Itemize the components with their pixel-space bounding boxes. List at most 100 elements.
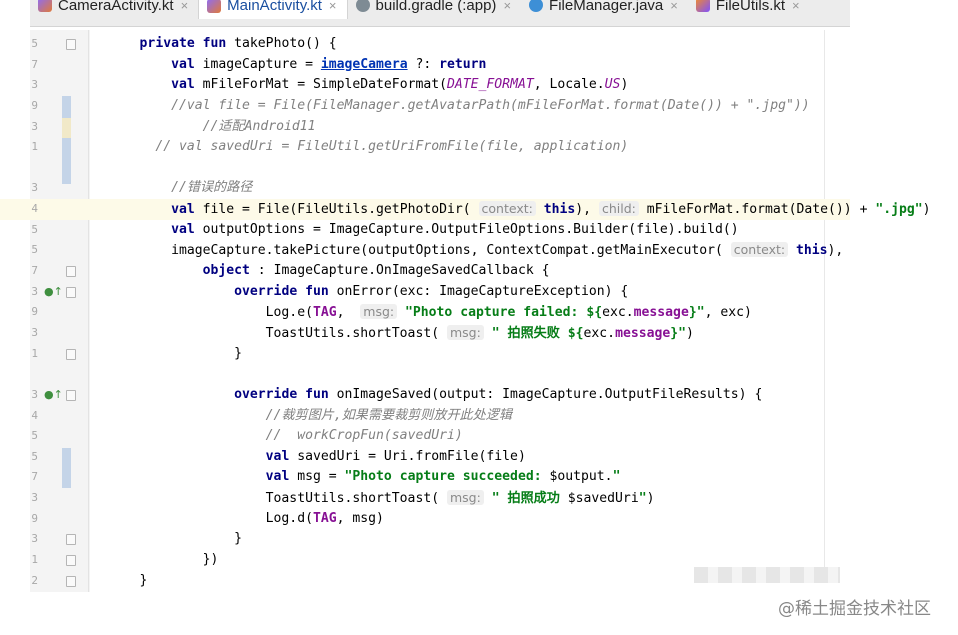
code-token: return [439, 56, 487, 72]
code-line[interactable]: 3 val mFileForMat = SimpleDateFormat(DAT… [0, 75, 850, 96]
code-token: //适配Android11 [202, 118, 316, 134]
code-line[interactable]: 7 val imageCapture = imageCamera ?: retu… [0, 55, 850, 76]
parameter-hint: context: [478, 201, 536, 217]
code-line[interactable]: 4 val file = File(FileUtils.getPhotoDir(… [0, 199, 931, 220]
code-token: takePhoto() { [226, 36, 337, 51]
code-token: val [171, 221, 195, 237]
code-token: onImageSaved(output: ImageCapture.Output… [328, 386, 763, 402]
code-line[interactable] [0, 364, 850, 385]
code-line[interactable]: 5 val savedUri = Uri.fromFile(file) [0, 447, 850, 468]
close-icon[interactable]: × [181, 0, 189, 13]
code-line[interactable]: 3 ●↑ override fun onError(exc: ImageCaptu… [0, 282, 850, 303]
close-icon[interactable]: × [503, 0, 511, 13]
code-text: val outputOptions = ImageCapture.OutputF… [108, 220, 739, 241]
code-token: ?: [407, 56, 440, 72]
code-token: , msg) [336, 510, 384, 526]
fold-icon[interactable] [66, 534, 76, 546]
line-number: 3 [31, 181, 38, 195]
code-line[interactable]: 5 val outputOptions = ImageCapture.Outpu… [0, 220, 850, 241]
code-token: " 拍照失败 ${ [491, 325, 584, 341]
fold-icon[interactable] [66, 389, 76, 401]
code-token: ), [575, 202, 599, 218]
code-text: override fun onError(exc: ImageCaptureEx… [108, 282, 628, 303]
tab-4[interactable]: FileManager.java × [521, 0, 688, 18]
code-line[interactable]: 3 } [0, 529, 850, 550]
line-number: 5 [31, 222, 38, 236]
code-line[interactable]: 7 object : ImageCapture.OnImageSavedCall… [0, 261, 850, 282]
code-token: US [604, 77, 621, 93]
editor-tab-bar: CameraActivity.kt × MainActivity.kt × build.… [30, 0, 850, 27]
code-token: imageCapture.takePicture(outputOptions, … [108, 243, 731, 259]
fold-icon[interactable] [66, 555, 76, 567]
code-token: }) [108, 552, 219, 568]
code-line[interactable]: 3 ToastUtils.shortToast( msg: " 拍照失败 ${e… [0, 323, 850, 344]
code-line[interactable]: 9 Log.e(TAG, msg: "Photo capture failed:… [0, 302, 850, 323]
close-icon[interactable]: × [329, 0, 337, 13]
tab-5[interactable]: FileUtils.kt × [688, 0, 810, 18]
tab-3[interactable]: build.gradle (:app) × [348, 0, 522, 18]
code-text: ToastUtils.shortToast( msg: " 拍照失败 ${exc… [108, 323, 694, 345]
code-token: ToastUtils.shortToast( [108, 325, 447, 341]
code-line[interactable]: 4 //裁剪图片,如果需要裁剪则放开此处逻辑 [0, 406, 850, 427]
code-token: msg = [289, 469, 345, 485]
code-line[interactable]: 1 } [0, 344, 850, 365]
code-token: " [638, 491, 647, 507]
code-line[interactable]: 5 private fun takePhoto() { [0, 34, 850, 55]
watermark: @稀土掘金技术社区 [778, 599, 931, 619]
code-token: : ImageCapture.OnImageSavedCallback { [249, 263, 550, 279]
tab-list: CameraActivity.kt × MainActivity.kt × build.… [30, 0, 850, 19]
code-line[interactable]: 5 imageCapture.takePicture(outputOptions… [0, 240, 850, 261]
line-number: 9 [31, 511, 38, 525]
tab-2[interactable]: MainActivity.kt × [198, 0, 348, 19]
code-token: DATE_FORMAT [447, 77, 534, 93]
fold-icon[interactable] [66, 266, 76, 278]
fold-icon[interactable] [66, 286, 76, 298]
line-number: 5 [31, 429, 38, 443]
code-text: // val savedUri = FileUtil.getUriFromFil… [108, 137, 628, 158]
code-token: ), [827, 243, 844, 259]
code-text: //val file = File(FileManager.getAvatarP… [108, 96, 810, 117]
close-icon[interactable]: × [670, 0, 678, 13]
code-line[interactable] [0, 158, 850, 179]
code-text: Log.d(TAG, msg) [108, 509, 384, 530]
override-method-icon[interactable]: ●↑ [44, 282, 63, 303]
override-method-icon[interactable]: ●↑ [44, 385, 63, 406]
code-line[interactable]: 1 // val savedUri = FileUtil.getUriFromF… [0, 137, 850, 158]
code-line[interactable]: 5 // workCropFun(savedUri) [0, 426, 850, 447]
code-token: message [633, 305, 689, 321]
line-number: 5 [31, 449, 38, 463]
fold-icon[interactable] [66, 575, 76, 587]
tab-1[interactable]: CameraActivity.kt × [30, 0, 198, 18]
fold-icon[interactable] [66, 39, 76, 50]
code-text: override fun onImageSaved(output: ImageC… [108, 385, 762, 406]
code-token: message [615, 325, 671, 341]
code-token: $output. [549, 469, 613, 485]
code-line[interactable]: 9 Log.d(TAG, msg) [0, 509, 850, 530]
code-line[interactable]: 3 //适配Android11 [0, 117, 850, 138]
code-token: onError(exc: ImageCaptureException) { [328, 283, 629, 299]
code-line[interactable]: 3 //错误的路径 [0, 178, 850, 199]
code-token: "Photo capture failed: ${ [405, 305, 603, 321]
code-text: private fun takePhoto() { [108, 34, 337, 55]
close-icon[interactable]: × [792, 0, 800, 13]
line-number: 7 [31, 264, 38, 278]
code-token: } [108, 572, 148, 588]
code-line[interactable]: 9 //val file = File(FileManager.getAvata… [0, 96, 850, 117]
java-class-icon [529, 0, 544, 12]
code-editor[interactable]: 5 private fun takePhoto() {7 val imageCa… [0, 34, 931, 592]
code-line[interactable]: 7 val msg = "Photo capture succeeded: $o… [0, 467, 850, 488]
code-token: mFileForMat.format(Date()) + [638, 202, 876, 218]
line-number: 9 [31, 305, 38, 319]
code-token: TAG [312, 510, 337, 526]
fold-icon[interactable] [66, 348, 76, 360]
code-line[interactable]: 3 ●↑ override fun onImageSaved(output: Im… [0, 385, 850, 406]
code-text: } [108, 571, 148, 592]
code-line[interactable]: 3 ToastUtils.shortToast( msg: " 拍照成功 $sa… [0, 488, 850, 509]
tab-label: build.gradle (:app) [375, 0, 497, 14]
